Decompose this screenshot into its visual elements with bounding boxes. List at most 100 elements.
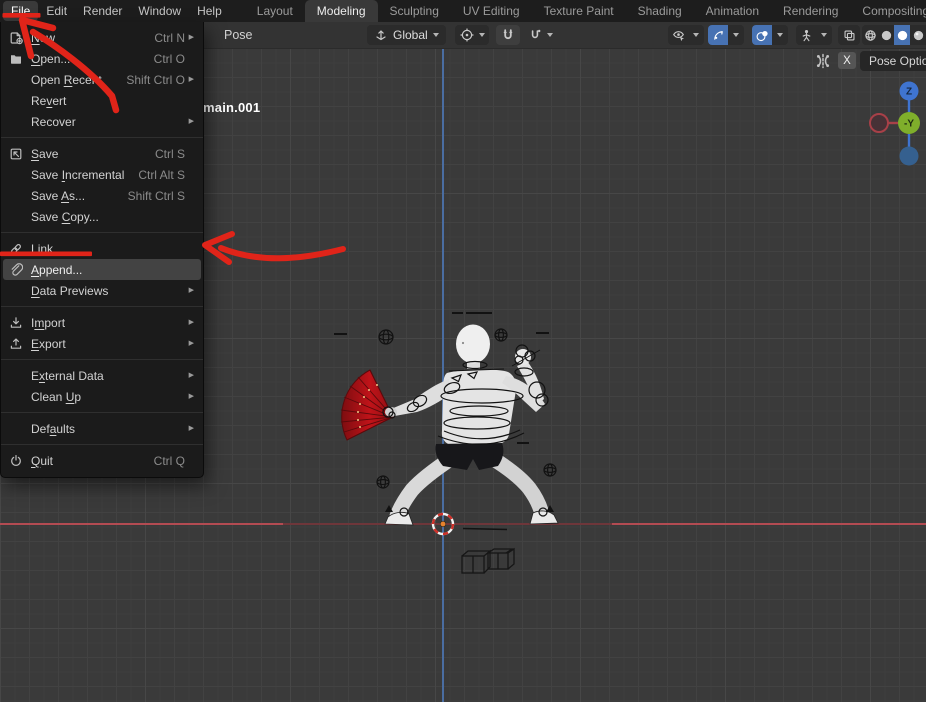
menu-item-defaults[interactable]: Defaults ▶	[3, 418, 201, 439]
orientation-dropdown[interactable]: Global	[367, 25, 446, 45]
open-folder-icon	[9, 52, 31, 66]
foot-markers	[385, 505, 554, 512]
menu-file[interactable]: File	[3, 1, 38, 21]
menu-separator	[1, 412, 203, 413]
menu-window[interactable]: Window	[130, 1, 189, 21]
menu-item-export[interactable]: Export▶	[3, 333, 201, 354]
object-visibility-dropdown[interactable]	[668, 25, 704, 45]
menu-item-label: Save Incremental	[31, 168, 124, 182]
gizmo-neg-z-axis[interactable]	[900, 147, 919, 166]
menu-item-new[interactable]: NewCtrl N▶	[3, 27, 201, 48]
chevron-down-icon	[547, 33, 553, 37]
chevron-down-icon	[733, 33, 739, 37]
menu-item-external-data[interactable]: External Data ▶	[3, 365, 201, 386]
pose-options-dropdown[interactable]: Pose Optio	[860, 51, 926, 71]
tab-texture-paint[interactable]: Texture Paint	[532, 0, 626, 22]
show-gizmo-control[interactable]	[708, 25, 744, 45]
menu-item-recover[interactable]: Recover ▶	[3, 111, 201, 132]
menu-item-link[interactable]: Link...	[3, 238, 201, 259]
menu-item-open-recent[interactable]: Open RecentShift Ctrl O▶	[3, 69, 201, 90]
navigation-gizmo[interactable]: Z -Y	[856, 74, 926, 174]
gizmo-neg-y-label: -Y	[904, 119, 914, 130]
submenu-arrow-icon: ▶	[185, 372, 194, 379]
snap-target-icon	[528, 28, 542, 42]
menu-item-label: Recover	[31, 115, 76, 129]
menu-help[interactable]: Help	[189, 1, 230, 21]
tab-sculpting[interactable]: Sculpting	[378, 0, 451, 22]
tab-modeling[interactable]: Modeling	[305, 0, 378, 22]
topbar: FileEditRenderWindowHelp LayoutModelingS…	[0, 0, 926, 22]
submenu-arrow-icon: ▶	[185, 287, 194, 294]
submenu-arrow-icon: ▶	[185, 76, 194, 83]
wireframe-boxes	[462, 549, 514, 573]
submenu-arrow-icon: ▶	[185, 118, 194, 125]
magnet-icon	[501, 28, 515, 42]
menu-shortcut: Ctrl Alt S	[128, 168, 185, 182]
pivot-dropdown[interactable]	[455, 25, 489, 45]
menu-separator	[1, 306, 203, 307]
tab-shading[interactable]: Shading	[626, 0, 694, 22]
toggle-xray-button[interactable]	[838, 25, 860, 45]
menu-item-label: Export	[31, 337, 66, 351]
tab-uv-editing[interactable]: UV Editing	[451, 0, 532, 22]
snap-target-dropdown[interactable]	[523, 25, 559, 45]
menu-item-label: New	[31, 31, 55, 45]
menu-item-label: Append...	[31, 263, 82, 277]
menu-item-quit[interactable]: QuitCtrl Q	[3, 450, 201, 471]
shading-mode-switch[interactable]	[862, 25, 926, 45]
armature-display-control[interactable]	[796, 25, 832, 45]
orientation-icon	[374, 28, 388, 42]
menu-item-revert[interactable]: Revert	[3, 90, 201, 111]
tab-compositing[interactable]: Compositing	[850, 0, 926, 22]
tab-animation[interactable]: Animation	[694, 0, 771, 22]
submenu-arrow-icon: ▶	[185, 425, 194, 432]
menu-item-label: Save Copy...	[31, 210, 99, 224]
file-menu: NewCtrl N▶Open...Ctrl OOpen RecentShift …	[0, 22, 204, 478]
snap-toggle[interactable]	[496, 25, 520, 45]
gizmo-z-label: Z	[906, 87, 912, 98]
chevron-down-icon	[777, 33, 783, 37]
mirror-x-toggle[interactable]: X	[838, 52, 856, 69]
blender-window: main.001 Z -Y X Pose Optio t Pose Global	[0, 0, 926, 702]
menu-item-open[interactable]: Open...Ctrl O	[3, 48, 201, 69]
chevron-down-icon	[693, 33, 699, 37]
pivot-icon	[460, 28, 474, 42]
menu-shortcut: Shift Ctrl O	[116, 73, 185, 87]
tab-rendering[interactable]: Rendering	[771, 0, 850, 22]
menu-shortcut: Ctrl S	[145, 147, 185, 161]
menu-item-label: Quit	[31, 454, 53, 468]
menu-item-save-incremental[interactable]: Save Incremental Ctrl Alt S	[3, 164, 201, 185]
show-overlays-control[interactable]	[752, 25, 788, 45]
stick-figure-icon[interactable]	[796, 25, 816, 45]
red-fan	[341, 370, 393, 440]
gizmo-x-axis[interactable]	[870, 114, 888, 132]
menu-item-label: Defaults	[31, 422, 75, 436]
menu-item-append[interactable]: Append...	[3, 259, 201, 280]
menu-item-save-copy[interactable]: Save Copy...	[3, 206, 201, 227]
menu-item-label: External Data	[31, 369, 104, 383]
shading-rendered-icon[interactable]	[910, 25, 926, 45]
menu-render[interactable]: Render	[75, 1, 130, 21]
import-icon	[9, 316, 31, 330]
shorts	[435, 443, 503, 470]
chevron-down-icon	[433, 33, 439, 37]
show-gizmo-icon[interactable]	[708, 25, 728, 45]
menu-item-save-as[interactable]: Save As...Shift Ctrl S	[3, 185, 201, 206]
menu-edit[interactable]: Edit	[38, 1, 75, 21]
shading-solid-icon[interactable]	[878, 25, 894, 45]
power-icon	[9, 454, 31, 468]
menu-item-import[interactable]: Import▶	[3, 312, 201, 333]
show-overlays-icon[interactable]	[752, 25, 772, 45]
menu-item-clean-up[interactable]: Clean Up▶	[3, 386, 201, 407]
pose-menu[interactable]: Pose	[224, 22, 253, 48]
menu-item-label: Save As...	[31, 189, 85, 203]
shading-wireframe-icon[interactable]	[862, 25, 878, 45]
menu-item-label: Clean Up	[31, 390, 81, 404]
menu-item-save[interactable]: SaveCtrl S	[3, 143, 201, 164]
tab-layout[interactable]: Layout	[245, 0, 305, 22]
menu-item-label: Data Previews	[31, 284, 108, 298]
shading-material-icon[interactable]	[894, 25, 910, 45]
object-visibility-icon	[668, 25, 688, 45]
menu-item-data-previews[interactable]: Data Previews ▶	[3, 280, 201, 301]
menu-separator	[1, 137, 203, 138]
